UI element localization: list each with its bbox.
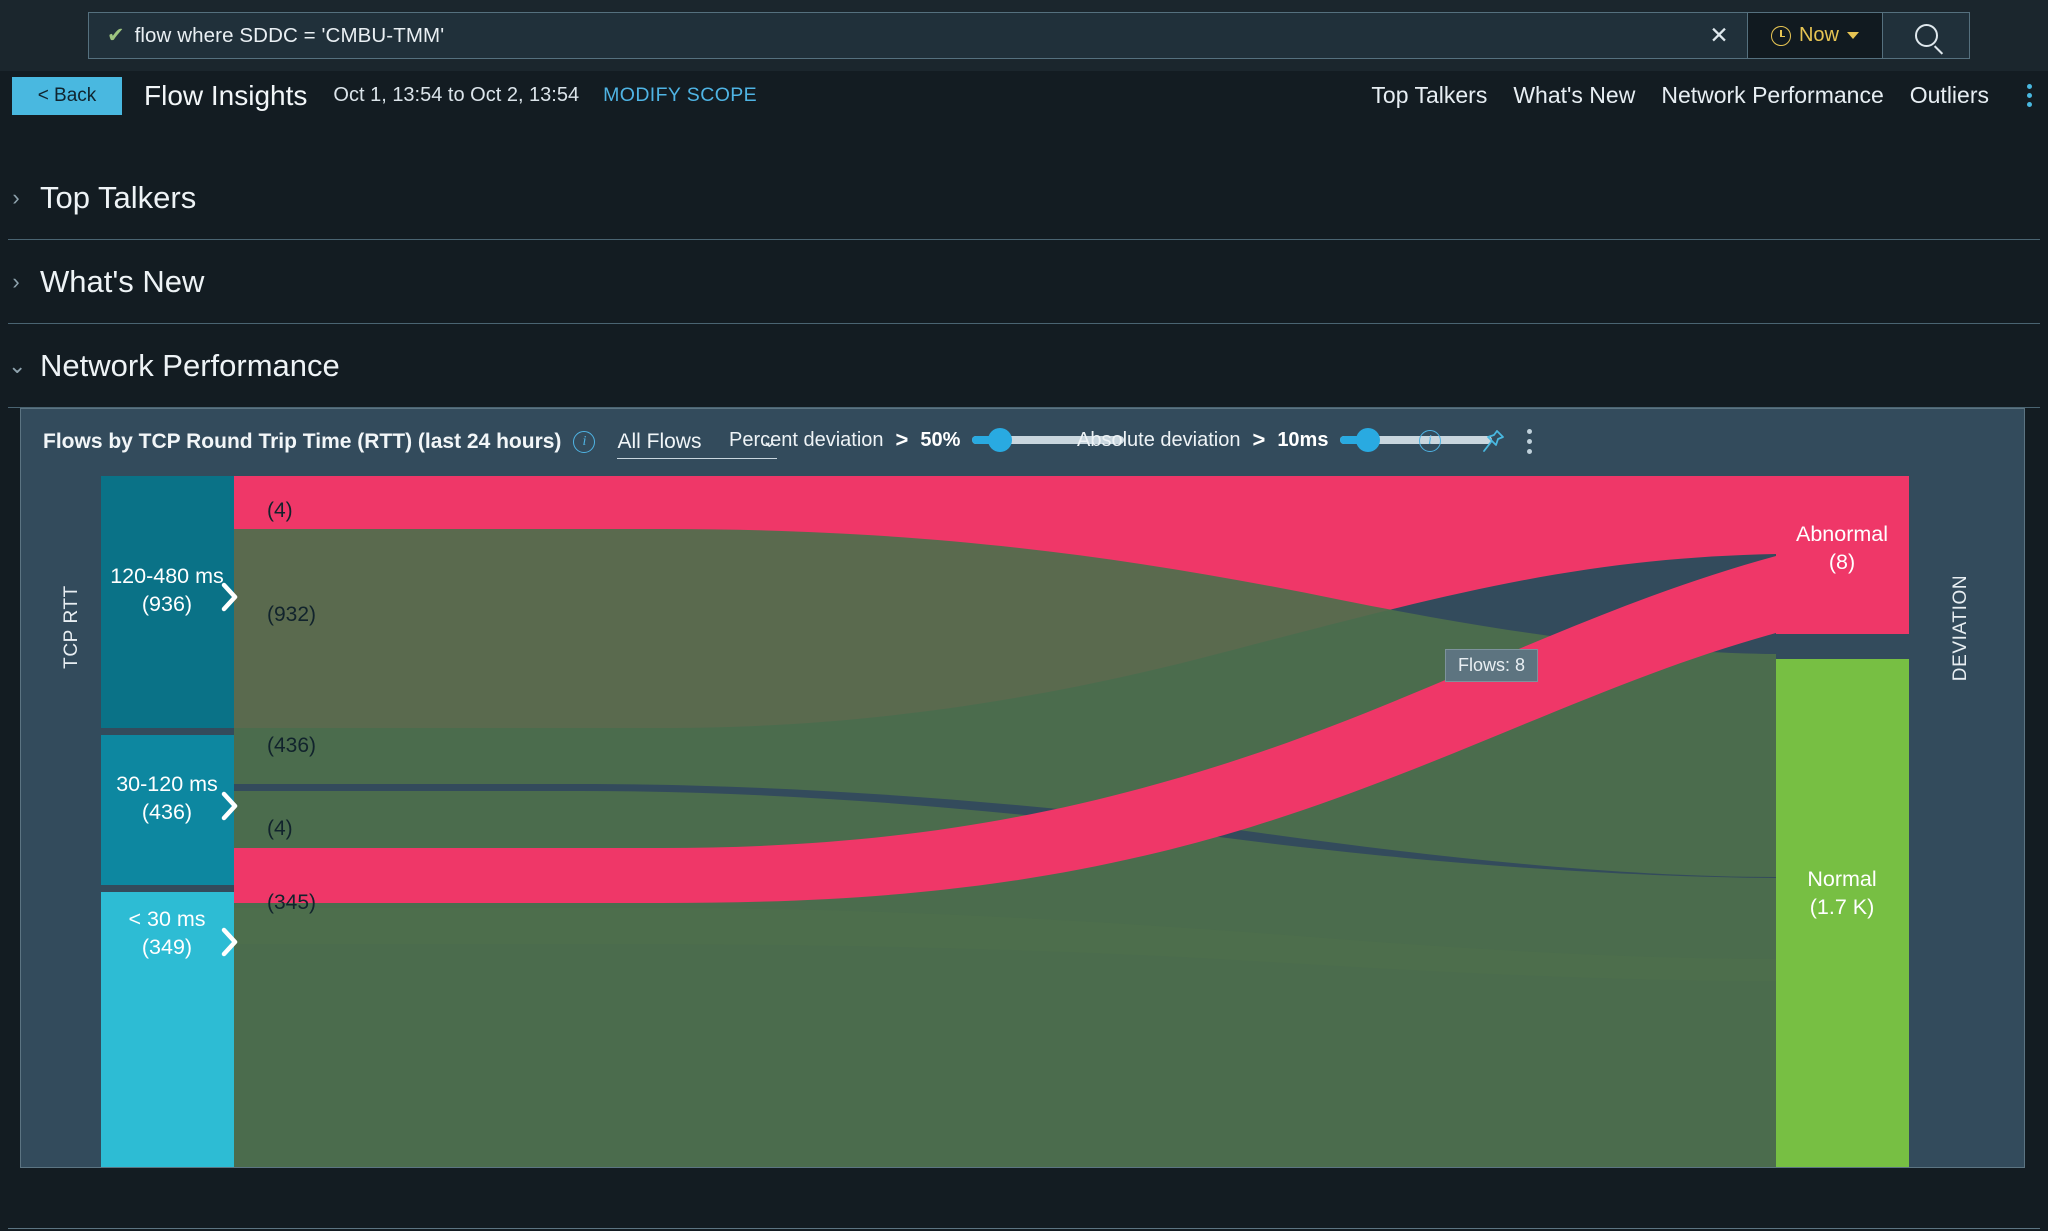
node-value-under-30: (349) [142, 935, 192, 959]
query-text: flow where SDDC = 'CMBU-TMM' [134, 23, 445, 47]
section-header-whats-new[interactable]: › What's New [8, 240, 2040, 324]
sankey-links [234, 476, 1776, 1167]
rtt-flow-panel: Flows by TCP Round Trip Time (RTT) (last… [20, 408, 2025, 1168]
node-label-abnormal: Abnormal [1796, 522, 1888, 546]
section-nav: Top Talkers What's New Network Performan… [1371, 80, 2048, 111]
query-input[interactable]: ✔ flow where SDDC = 'CMBU-TMM' [89, 13, 1691, 58]
node-value-abnormal: (8) [1829, 550, 1855, 574]
percent-deviation-label: Percent deviation [729, 428, 884, 451]
chevron-right-icon: › [12, 268, 20, 294]
kebab-dot [1527, 449, 1532, 454]
flow-tooltip: Flows: 8 [1445, 649, 1539, 682]
node-label-30-120: 30-120 ms [116, 772, 218, 796]
kebab-dot [2027, 93, 2032, 98]
node-value-30-120: (436) [142, 800, 192, 824]
left-axis-label: TCP RTT [61, 585, 82, 669]
clear-query-button[interactable]: ✕ [1691, 13, 1747, 58]
section-header-network-performance[interactable]: ⌄ Network Performance [8, 324, 2040, 408]
link-label-30-abnormal: (4) [267, 817, 293, 840]
panel-header: Flows by TCP Round Trip Time (RTT) (last… [21, 409, 2024, 475]
clock-icon [1770, 25, 1791, 46]
node-value-normal: (1.7 K) [1810, 895, 1875, 919]
sankey-chart: TCP RTT DEVIATION 120-480 ms (936) 30-12… [21, 475, 2024, 1169]
back-button[interactable]: < Back [12, 76, 122, 115]
node-rtt-under-30[interactable] [101, 892, 234, 1167]
global-search-bar: ✔ flow where SDDC = 'CMBU-TMM' ✕ Now [0, 0, 2048, 71]
kebab-dot [1527, 429, 1532, 434]
chevron-down-icon: ⌄ [8, 352, 27, 378]
absolute-deviation-value: 10ms [1277, 428, 1329, 451]
nav-item-top-talkers[interactable]: Top Talkers [1371, 82, 1487, 109]
page-subheader: < Back Flow Insights Oct 1, 13:54 to Oct… [0, 71, 2048, 120]
kebab-menu-icon[interactable] [2023, 80, 2036, 111]
slider-knob[interactable] [1355, 428, 1380, 452]
section-label: What's New [40, 263, 205, 299]
percent-deviation-value: 50% [920, 428, 961, 451]
section-label: Network Performance [40, 347, 340, 383]
nav-item-network-performance[interactable]: Network Performance [1661, 82, 1883, 109]
kebab-menu-icon[interactable] [1521, 425, 1538, 458]
section-header-top-talkers[interactable]: › Top Talkers [8, 156, 2040, 240]
link-label-120-480-abnormal: (4) [267, 499, 293, 522]
link-label-30-normal: (345) [267, 891, 316, 914]
kebab-dot [2027, 84, 2032, 89]
greater-than-icon: > [1252, 427, 1266, 452]
pin-icon-svg [1483, 430, 1504, 452]
slider-knob[interactable] [987, 428, 1012, 452]
bottom-divider [8, 1228, 2040, 1229]
date-range-label: Oct 1, 13:54 to Oct 2, 13:54 [333, 84, 580, 106]
pin-icon[interactable] [1479, 427, 1507, 462]
search-button[interactable] [1883, 13, 1969, 58]
node-label-normal: Normal [1807, 867, 1876, 891]
absolute-deviation-slider[interactable] [1340, 428, 1493, 452]
link-label-30-120-normal: (436) [267, 734, 316, 757]
nav-item-outliers[interactable]: Outliers [1910, 82, 1989, 109]
panel-title: Flows by TCP Round Trip Time (RTT) (last… [43, 430, 562, 453]
link-label-120-480-normal: (932) [267, 603, 316, 626]
info-icon[interactable]: i [573, 431, 596, 453]
modify-scope-link[interactable]: MODIFY SCOPE [603, 84, 757, 107]
search-icon [1914, 24, 1938, 47]
greater-than-icon: > [895, 427, 909, 452]
sankey-target-nodes: Abnormal (8) Normal (1.7 K) [1776, 476, 1909, 1167]
absolute-deviation-label: Absolute deviation [1077, 428, 1241, 451]
node-label-under-30: < 30 ms [128, 907, 205, 931]
right-axis-label: DEVIATION [1950, 575, 1971, 681]
query-input-wrapper[interactable]: ✔ flow where SDDC = 'CMBU-TMM' ✕ Now [88, 12, 1970, 59]
sankey-svg: TCP RTT DEVIATION 120-480 ms (936) 30-12… [61, 476, 1971, 1167]
chevron-right-icon: › [12, 184, 20, 210]
kebab-dot [1527, 439, 1532, 444]
node-value-120-480: (936) [142, 592, 192, 616]
flow-filter-value: All Flows [617, 429, 702, 453]
kebab-dot [2027, 102, 2032, 107]
time-range-picker[interactable]: Now [1747, 13, 1883, 58]
node-label-120-480: 120-480 ms [110, 564, 224, 588]
page-title: Flow Insights [144, 79, 308, 111]
info-icon[interactable]: i [1419, 430, 1441, 452]
nav-item-whats-new[interactable]: What's New [1513, 82, 1635, 109]
sankey-source-nodes: 120-480 ms (936) 30-120 ms (436) < 30 ms… [101, 476, 238, 1167]
check-icon: ✔ [107, 24, 125, 47]
section-label: Top Talkers [40, 179, 197, 215]
percent-deviation-control: Percent deviation > 50% [729, 427, 1125, 453]
chevron-down-icon [1847, 32, 1859, 39]
time-range-label: Now [1798, 24, 1839, 46]
